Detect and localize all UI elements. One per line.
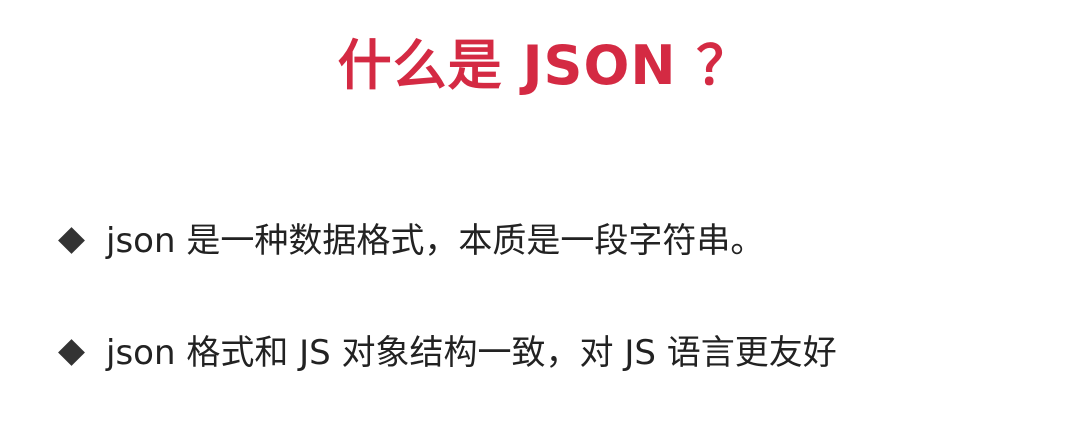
slide: 什么是 JSON ？ json 是一种数据格式，本质是一段字符串。 json 格…: [0, 0, 1089, 445]
diamond-bullet-icon: [58, 223, 88, 259]
bullet-item: json 是一种数据格式，本质是一段字符串。: [58, 215, 764, 267]
slide-title: 什么是 JSON ？: [337, 34, 752, 97]
bullet-text: json 是一种数据格式，本质是一段字符串。: [106, 221, 765, 261]
bullet-item: json 格式和 JS 对象结构一致，对 JS 语言更友好: [58, 327, 837, 379]
bullet-text: json 格式和 JS 对象结构一致，对 JS 语言更友好: [106, 333, 837, 373]
diamond-bullet-icon: [58, 335, 88, 371]
